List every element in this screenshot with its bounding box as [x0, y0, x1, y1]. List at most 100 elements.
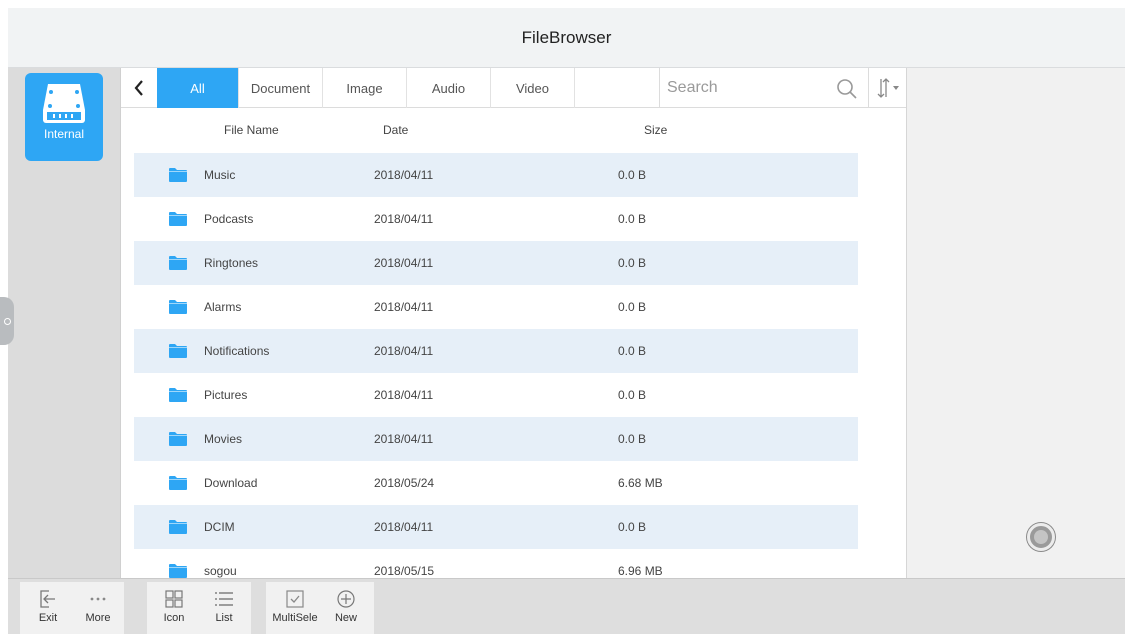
- file-name: Notifications: [204, 344, 270, 358]
- file-date: 2018/04/11: [374, 212, 434, 226]
- sort-icon: [877, 78, 899, 98]
- sort-button[interactable]: [869, 68, 906, 108]
- tab-all[interactable]: All: [157, 68, 239, 108]
- file-row[interactable]: Pictures 2018/04/11 0.0 B: [134, 373, 858, 417]
- list-icon: [215, 592, 233, 606]
- search-box: [659, 68, 869, 108]
- file-date: 2018/04/11: [374, 300, 434, 314]
- tab-document-label: Document: [250, 80, 311, 96]
- new-button[interactable]: New: [323, 582, 369, 634]
- file-date: 2018/04/11: [374, 168, 434, 182]
- file-size: 0.0 B: [618, 212, 647, 226]
- icon-view-label: Icon: [163, 612, 185, 624]
- file-date: 2018/04/11: [374, 432, 434, 446]
- file-size: 6.68 MB: [618, 476, 663, 490]
- tab-image-label: Image: [346, 80, 383, 96]
- file-name: DCIM: [204, 520, 235, 534]
- floating-assistive-button[interactable]: [1027, 523, 1055, 551]
- new-label: New: [334, 612, 357, 624]
- file-list-panel: All Document Image Audio Video File Name…: [120, 68, 906, 578]
- search-icon[interactable]: [836, 78, 858, 100]
- multi-select-label: MultiSele: [272, 612, 318, 624]
- file-row[interactable]: Notifications 2018/04/11 0.0 B: [134, 329, 858, 373]
- title-bar: FileBrowser: [8, 8, 1125, 68]
- file-size: 0.0 B: [618, 520, 647, 534]
- folder-icon: [169, 564, 187, 578]
- tab-document[interactable]: Document: [239, 68, 323, 108]
- file-row[interactable]: DCIM 2018/04/11 0.0 B: [134, 505, 858, 549]
- folder-icon: [169, 212, 187, 226]
- folder-icon: [169, 344, 187, 358]
- column-header-date[interactable]: Date: [383, 123, 408, 137]
- toolbar-group-view: Icon List: [147, 582, 251, 634]
- folder-icon: [169, 168, 187, 182]
- bottom-toolbar: Exit More Icon List MultiSele New: [8, 578, 1125, 634]
- file-date: 2018/05/15: [374, 564, 435, 578]
- folder-icon: [169, 256, 187, 270]
- file-row[interactable]: Movies 2018/04/11 0.0 B: [134, 417, 858, 461]
- file-row[interactable]: Ringtones 2018/04/11 0.0 B: [134, 241, 858, 285]
- tab-video-label: Video: [515, 80, 549, 96]
- more-button[interactable]: More: [75, 582, 121, 634]
- column-header-name[interactable]: File Name: [224, 123, 279, 137]
- multi-select-button[interactable]: MultiSele: [269, 582, 321, 634]
- folder-icon: [169, 520, 187, 534]
- storage-sidebar: Internal: [8, 68, 120, 578]
- file-size: 0.0 B: [618, 168, 647, 182]
- exit-button[interactable]: Exit: [25, 582, 71, 634]
- plus-circle-icon: [337, 590, 355, 608]
- list-view-button[interactable]: List: [201, 582, 247, 634]
- tab-audio-label: Audio: [431, 80, 466, 96]
- tab-video[interactable]: Video: [491, 68, 575, 108]
- file-row[interactable]: Podcasts 2018/04/11 0.0 B: [134, 197, 858, 241]
- list-view-label: List: [215, 612, 233, 624]
- file-size: 6.96 MB: [618, 564, 663, 578]
- file-size: 0.0 B: [618, 432, 647, 446]
- left-edge-dot-icon: [3, 317, 11, 325]
- file-date: 2018/04/11: [374, 344, 434, 358]
- file-name: Alarms: [204, 300, 242, 314]
- toolbar-group-nav: Exit More: [20, 582, 124, 634]
- checkbox-icon: [286, 590, 304, 608]
- search-input[interactable]: [660, 68, 830, 108]
- file-name: Ringtones: [204, 256, 259, 270]
- tab-all-label: All: [190, 80, 205, 96]
- icon-view-button[interactable]: Icon: [151, 582, 197, 634]
- storage-internal-label: Internal: [43, 127, 85, 141]
- toolbar-group-actions: MultiSele New: [266, 582, 374, 634]
- folder-icon: [169, 388, 187, 402]
- file-date: 2018/04/11: [374, 388, 434, 402]
- more-icon: [90, 597, 106, 601]
- filter-bar: All Document Image Audio Video: [121, 68, 906, 108]
- tab-image[interactable]: Image: [323, 68, 407, 108]
- file-size: 0.0 B: [618, 344, 647, 358]
- file-size: 0.0 B: [618, 388, 647, 402]
- file-row[interactable]: Download 2018/05/24 6.68 MB: [134, 461, 858, 505]
- app-title: FileBrowser: [521, 27, 612, 47]
- file-size: 0.0 B: [618, 256, 647, 270]
- file-date: 2018/04/11: [374, 256, 434, 270]
- file-name: Download: [204, 476, 258, 490]
- file-date: 2018/04/11: [374, 520, 434, 534]
- file-name: Podcasts: [204, 212, 254, 226]
- file-name: Pictures: [204, 388, 248, 402]
- tab-audio[interactable]: Audio: [407, 68, 491, 108]
- storage-internal-button[interactable]: Internal: [25, 73, 103, 161]
- folder-icon: [169, 300, 187, 314]
- folder-icon: [169, 476, 187, 490]
- file-date: 2018/05/24: [374, 476, 435, 490]
- file-row[interactable]: Music 2018/04/11 0.0 B: [134, 153, 858, 197]
- file-name: Music: [204, 168, 236, 182]
- more-label: More: [85, 612, 111, 624]
- exit-icon: [40, 590, 55, 608]
- back-chevron-icon: [134, 80, 143, 96]
- column-header-size[interactable]: Size: [644, 123, 667, 137]
- file-name: Movies: [204, 432, 243, 446]
- file-row[interactable]: sogou 2018/05/15 6.96 MB: [134, 549, 858, 578]
- file-size: 0.0 B: [618, 300, 647, 314]
- back-button[interactable]: [121, 68, 157, 108]
- left-edge-handle[interactable]: [0, 297, 14, 345]
- exit-label: Exit: [38, 612, 58, 624]
- file-row[interactable]: Alarms 2018/04/11 0.0 B: [134, 285, 858, 329]
- storage-drive-icon: [43, 84, 85, 123]
